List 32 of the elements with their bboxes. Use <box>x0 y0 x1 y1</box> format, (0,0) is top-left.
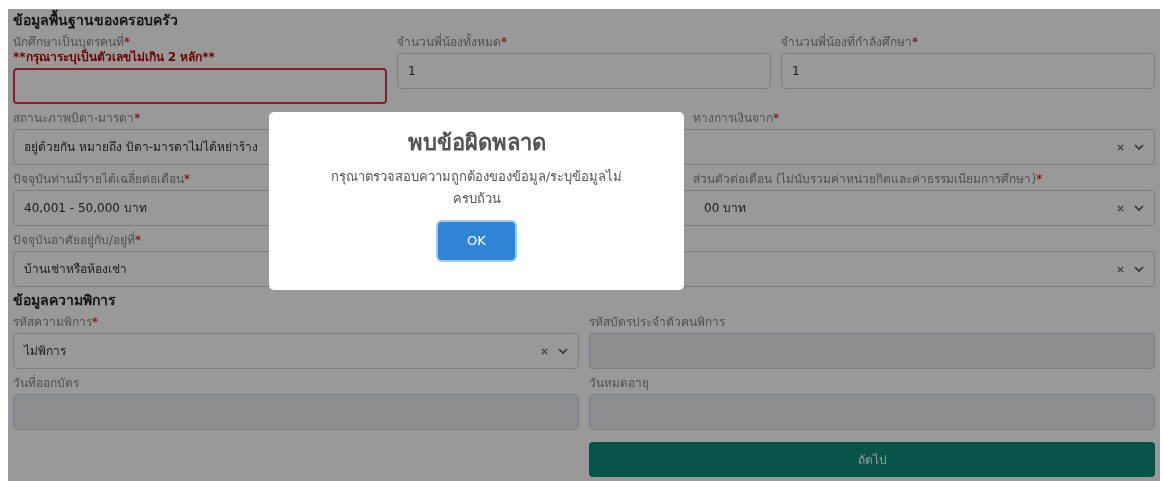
required-mark: * <box>184 172 190 186</box>
field-label: จำนวนพี่น้องทั้งหมด <box>397 34 501 50</box>
required-mark: * <box>92 314 98 330</box>
required-mark: * <box>912 35 918 50</box>
required-mark: * <box>501 35 507 50</box>
section-title: ข้อมูลความพิการ <box>13 291 117 310</box>
required-mark: * <box>135 233 142 247</box>
field-label: รหัสความพิการ <box>13 314 92 330</box>
field-label: ทางการเงินจาก <box>693 110 773 126</box>
field-value: บ้านเช่าหรือห้องเช่า <box>24 262 127 276</box>
required-mark: * <box>1036 171 1043 187</box>
field-value: 1 <box>792 64 800 78</box>
dialog-title: พบข้อผิดพลาด <box>407 129 546 157</box>
required-mark: * <box>773 110 779 126</box>
field-value: ไม่พิการ <box>24 344 66 358</box>
field-value: อยู่ด้วยกัน หมายถึง บิดา-มารดาไม่ได้หย่าร้าง <box>24 140 258 154</box>
field-value: 00 บาท <box>704 201 747 215</box>
section-title: ข้อมูลพื้นฐานของครอบครัว <box>13 10 1155 30</box>
required-mark: * <box>124 35 130 49</box>
field-label: นักศึกษาเป็นบุตรคนที่ <box>13 34 124 50</box>
field-label: วันหมดอายุ <box>589 375 649 391</box>
field-label: รหัสบัตรประจำตัวคนพิการ <box>589 314 725 330</box>
field-label: วันที่ออกบัตร <box>13 375 79 391</box>
required-mark: * <box>134 110 141 126</box>
field-label: ปัจจุบันท่านมีรายได้เฉลี่ยต่อเดือน <box>13 171 184 187</box>
field-label: ส่วนตัวต่อเดือน (ไม่นับรวมค่าหน่วยกิตและค่าธรรมเนียมการศึกษา) <box>693 171 1037 187</box>
field-label: สถานะภาพบิดา-มารดา <box>13 110 135 126</box>
field-value: 40,001 - 50,000 บาท <box>24 201 147 215</box>
field-label: ปัจจุบันอาศัยอยู่กับ/อยู่ที่ <box>13 232 136 248</box>
error-message: **กรุณาระบุเป็นตัวเลขไม่เกิน 2 หลัก** <box>13 50 216 65</box>
field-value: 1 <box>408 64 416 78</box>
field-label: จำนวนพี่น้องที่กำลังศึกษา <box>781 34 912 50</box>
